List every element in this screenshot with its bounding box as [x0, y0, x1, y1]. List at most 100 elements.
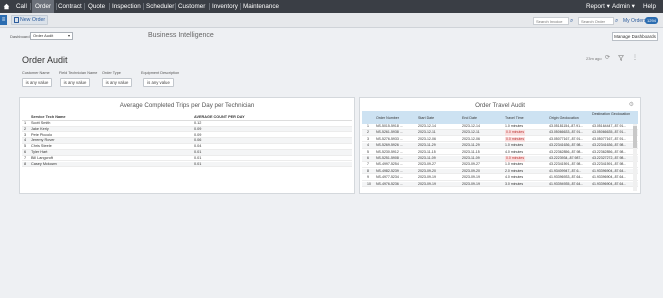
nav-item-maintenance[interactable]: Maintenance — [243, 0, 279, 13]
home-icon[interactable] — [3, 3, 10, 10]
column-header[interactable]: Start Date — [418, 116, 434, 120]
nav-item-contract[interactable]: Contract — [58, 0, 82, 13]
order-number-cell[interactable]: NS-5276-5933 ... — [376, 137, 416, 143]
travel-table-header: Order Number Start Date End Date Travel … — [362, 111, 638, 124]
filter-icon[interactable] — [618, 55, 624, 61]
table-row[interactable]: 5 NS-5230-5912 ... 2023-11-15 2023-11-15 4.0… — [362, 150, 638, 156]
end-date-cell: 2023-11-15 — [462, 149, 480, 154]
order-number-cell[interactable]: NS-5251-5908 ... — [376, 156, 416, 162]
report-menu[interactable]: Report ▾ — [586, 0, 610, 13]
tech-name-cell: Jeremy Rover — [31, 138, 55, 143]
filter-order-type-value[interactable]: is any value — [102, 78, 132, 87]
travel-time-cell: 0.0 minutes — [505, 156, 526, 162]
destination-geo-cell: 43.22362856,-87.98... — [592, 149, 627, 154]
tech-name-cell: Jake Kerly — [31, 126, 49, 131]
table-row[interactable]: 8 NS-4982-5239 ... 2023-09-20 2023-09-20 2.0… — [362, 168, 638, 175]
table-row[interactable]: 4 NS-5269-5926 ... 2023-11-29 2023-11-29 1.0… — [362, 143, 638, 149]
table-row[interactable]: 1 Scott Smith 0.12 — [22, 121, 352, 127]
destination-geo-cell: 41.93396904,-87.64... — [592, 175, 627, 180]
start-date-cell: 2023-12-11 — [418, 130, 436, 135]
origin-geo-cell: 43.22341591,-87.98... — [549, 162, 584, 167]
end-date-cell: 2023-09-27 — [462, 162, 480, 167]
filter-label-equipment: Equipment Description — [141, 71, 180, 75]
table-row[interactable]: 8 Casey Mckown 0.01 — [22, 161, 352, 168]
row-number: 3 — [367, 136, 369, 141]
settings-icon[interactable]: ⚙ — [629, 101, 634, 108]
order-number-cell[interactable]: NS-4976-5236 ... — [376, 182, 416, 188]
destination-geo-cell: 43.05077167,-87.91... — [592, 136, 627, 141]
manage-dashboards-button[interactable]: Manage Dashboards — [612, 32, 658, 41]
order-number-cell[interactable]: NS-4982-5239 ... — [376, 169, 416, 175]
filter-technician-value[interactable]: is any value — [60, 78, 90, 87]
search-invoice-input[interactable] — [533, 17, 569, 25]
table-row[interactable]: 9 NS-4977-5234 ... 2023-09-19 2023-09-19 4.0… — [362, 175, 638, 181]
scrollbar[interactable] — [633, 124, 637, 191]
more-options-icon[interactable]: ⋮ — [632, 55, 638, 61]
scrollbar-thumb[interactable] — [633, 126, 637, 148]
column-header[interactable]: End Date — [462, 116, 477, 120]
my-orders-link[interactable]: My Orders — [623, 17, 646, 25]
filter-equipment-value[interactable]: is any value — [143, 78, 174, 87]
row-number: 1 — [367, 124, 369, 128]
table-row[interactable]: 1 NS-5015-5918 ... 2023-12-14 2023-12-14 1.0… — [362, 124, 638, 130]
table-row[interactable]: 10 NS-4976-5236 ... 2023-09-19 2023-09-19 3.… — [362, 181, 638, 188]
section-title: Business Intelligence — [148, 32, 214, 39]
travel-time-cell: 0.0 minutes — [505, 136, 526, 143]
table-row[interactable]: 4 Jeremy Rover 0.06 — [22, 138, 352, 144]
order-number-cell[interactable]: NS-4977-5234 ... — [376, 175, 416, 181]
origin-geo-cell: 41.93409947,-87.6... — [549, 168, 582, 173]
tech-name-cell: Pete Piccolo — [31, 132, 53, 137]
report-menu-label: Report — [586, 3, 605, 10]
admin-menu[interactable]: Admin ▾ — [612, 0, 635, 13]
nav-item-customer[interactable]: Customer — [178, 0, 205, 13]
table-row[interactable]: 6 NS-5251-5908 ... 2023-11-09 2023-11-09 0.0… — [362, 156, 638, 162]
nav-item-scheduler[interactable]: Scheduler — [146, 0, 174, 13]
dashboard-select[interactable]: Order Audit ▾ — [30, 32, 73, 40]
end-date-cell: 2023-09-20 — [462, 168, 480, 173]
row-number: 2 — [24, 126, 27, 131]
column-header[interactable]: Service Tech Name — [31, 115, 66, 119]
column-header[interactable]: Travel Time — [505, 116, 524, 120]
refresh-icon[interactable]: ⟳ — [605, 55, 611, 61]
column-header[interactable]: AVERAGE COUNT PER DAY — [194, 115, 245, 119]
end-date-cell: 2023-09-19 — [462, 181, 480, 186]
table-row[interactable]: 3 Pete Piccolo 0.09 — [22, 133, 352, 139]
order-number-cell[interactable]: NS-5230-5912 ... — [376, 150, 416, 156]
help-menu[interactable]: Help — [643, 0, 656, 13]
order-number-cell[interactable]: NS-5015-5918 ... — [376, 124, 416, 130]
destination-geo-cell: 41.93396904,-87.64... — [592, 168, 627, 173]
nav-item-inspection[interactable]: Inspection — [112, 0, 141, 13]
nav-item-quote[interactable]: Quote — [88, 0, 105, 13]
destination-geo-cell: 43.22327272,-87.98... — [592, 156, 627, 160]
filter-customer-value[interactable]: is any value — [22, 78, 52, 87]
order-number-cell[interactable]: NS-4997-5254 ... — [376, 162, 416, 168]
table-row[interactable]: 2 NS-5261-5938 ... 2023-12-11 2023-12-11 0.0… — [362, 130, 638, 136]
search-order-input[interactable] — [578, 17, 614, 25]
row-number: 5 — [24, 144, 27, 149]
search-icon[interactable]: ⌕ — [615, 17, 621, 25]
table-row[interactable]: 7 NS-4997-5254 ... 2023-09-27 2023-09-27 1.0… — [362, 162, 638, 168]
table-row[interactable]: 7 Bill Langcroft 0.01 — [22, 156, 352, 162]
destination-geo-cell: 43.05066635,-87.91... — [592, 130, 627, 135]
end-date-cell: 2023-09-19 — [462, 175, 480, 180]
nav-item-inventory[interactable]: Inventory — [212, 0, 238, 13]
order-number-cell[interactable]: NS-5269-5926 ... — [376, 143, 416, 149]
column-header[interactable]: Order Number — [376, 116, 399, 120]
row-number: 8 — [367, 168, 369, 173]
start-date-cell: 2023-09-27 — [418, 162, 436, 167]
nav-item-call[interactable]: Call — [16, 0, 27, 13]
table-row[interactable]: 5 Chris Steele 0.04 — [22, 144, 352, 150]
end-date-cell: 2023-11-29 — [462, 143, 480, 148]
table-row[interactable]: 2 Jake Kerly 0.09 — [22, 126, 352, 133]
search-icon[interactable]: ⌕ — [570, 17, 576, 25]
column-header[interactable]: Destination Geolocation — [592, 112, 632, 116]
travel-time-cell: 1.0 minutes — [505, 124, 524, 128]
table-row[interactable]: 6 Tyler Hart 0.01 — [22, 150, 352, 156]
menu-icon[interactable]: ≡ — [0, 15, 7, 25]
column-header[interactable]: Origin Geolocation — [549, 116, 579, 120]
new-order-button[interactable]: New Order — [11, 15, 48, 25]
nav-item-order[interactable]: Order — [32, 0, 55, 13]
travel-time-cell: 3.0 minutes — [505, 181, 524, 186]
table-row[interactable]: 3 NS-5276-5933 ... 2023-12-06 2023-12-06 0.0… — [362, 136, 638, 143]
order-number-cell[interactable]: NS-5261-5938 ... — [376, 130, 416, 136]
